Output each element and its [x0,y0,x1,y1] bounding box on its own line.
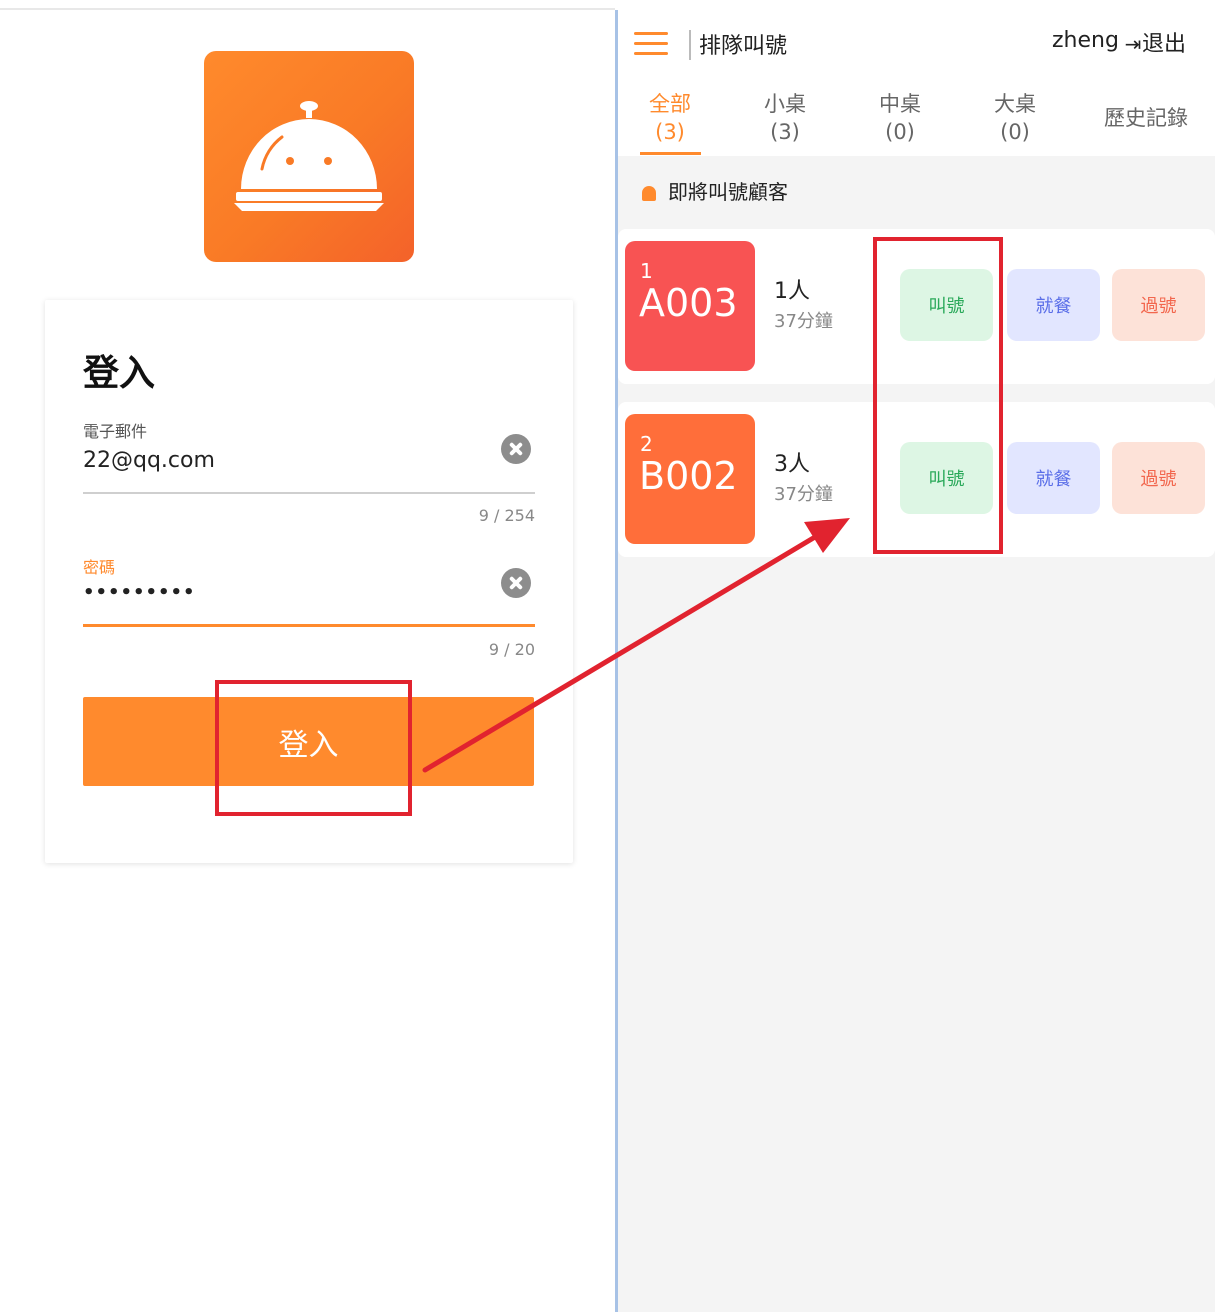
tab-count: (0) [1000,120,1030,144]
section-title-text: 即將叫號顧客 [668,180,788,204]
password-counter: 9 / 20 [488,640,535,659]
clear-email-icon[interactable] [501,434,531,464]
logout-icon: ⇥ [1124,32,1142,56]
active-tab-indicator [640,152,701,155]
title-separator [689,30,691,60]
ticket-badge: 2 B002 [625,414,755,544]
email-underline [83,492,535,494]
tab-medium[interactable]: 中桌 (0) [860,90,940,146]
ticket-badge: 1 A003 [625,241,755,371]
restaurant-logo [204,51,414,262]
seat-button[interactable]: 就餐 [1007,269,1100,341]
tab-large[interactable]: 大桌 (0) [975,90,1055,146]
upcoming-section-title: 即將叫號顧客 [642,176,788,205]
password-field[interactable]: 密碼 ••••••••• 9 / 20 [83,554,535,664]
skip-button[interactable]: 過號 [1112,442,1205,514]
logout-label: 退出 [1142,32,1187,57]
tab-count: (0) [885,120,915,144]
call-button[interactable]: 叫號 [900,442,993,514]
party-size: 1人 [774,279,810,304]
tab-count: (3) [655,120,685,144]
login-card: 登入 電子郵件 22@qq.com 9 / 254 密碼 ••••••••• 9… [45,300,573,863]
queue-card: 1 A003 1人 37分鐘 叫號 就餐 過號 [618,229,1215,384]
logout-button[interactable]: ⇥退出 [1124,26,1187,57]
tab-bar: 全部 (3) 小桌 (3) 中桌 (0) 大桌 (0) 歷史記錄 [618,76,1215,156]
password-underline [83,624,535,627]
tab-label: 全部 [649,92,691,116]
email-label: 電子郵件 [83,422,148,441]
tab-label: 大桌 [994,92,1036,116]
app-bar: 排隊叫號 zheng ⇥退出 [618,10,1215,76]
wait-time: 37分鐘 [774,311,833,332]
queue-card: 2 B002 3人 37分鐘 叫號 就餐 過號 [618,402,1215,557]
tab-label: 小桌 [764,92,806,116]
login-submit-button[interactable]: 登入 [83,697,534,786]
tab-label: 中桌 [879,92,921,116]
tab-all[interactable]: 全部 (3) [630,90,710,146]
queue-page: 排隊叫號 zheng ⇥退出 全部 (3) 小桌 (3) 中桌 (0) 大桌 (… [618,10,1215,1312]
ticket-number: A003 [639,281,738,325]
queue-position: 2 [640,432,653,456]
wait-time: 37分鐘 [774,484,833,505]
tab-label: 歷史記錄 [1104,106,1188,130]
tab-history[interactable]: 歷史記錄 [1096,104,1196,132]
skip-button[interactable]: 過號 [1112,269,1205,341]
login-page: 登入 電子郵件 22@qq.com 9 / 254 密碼 ••••••••• 9… [0,0,615,1312]
cloche-icon [234,101,384,211]
email-field[interactable]: 電子郵件 22@qq.com 9 / 254 [83,418,535,525]
bell-icon [642,186,656,201]
top-border [0,8,615,10]
email-counter: 9 / 254 [478,506,535,525]
seat-button[interactable]: 就餐 [1007,442,1100,514]
call-button[interactable]: 叫號 [900,269,993,341]
app-title: 排隊叫號 [699,34,788,59]
hamburger-menu-icon[interactable] [634,32,668,55]
clear-password-icon[interactable] [501,568,531,598]
tab-small[interactable]: 小桌 (3) [745,90,825,146]
password-label: 密碼 [83,558,116,577]
user-name: zheng [1052,28,1119,53]
email-input[interactable]: 22@qq.com [83,448,215,473]
party-size: 3人 [774,452,810,477]
password-input[interactable]: ••••••••• [83,582,196,603]
ticket-number: B002 [639,454,738,498]
login-title: 登入 [83,353,156,394]
queue-position: 1 [640,259,653,283]
tab-count: (3) [770,120,800,144]
